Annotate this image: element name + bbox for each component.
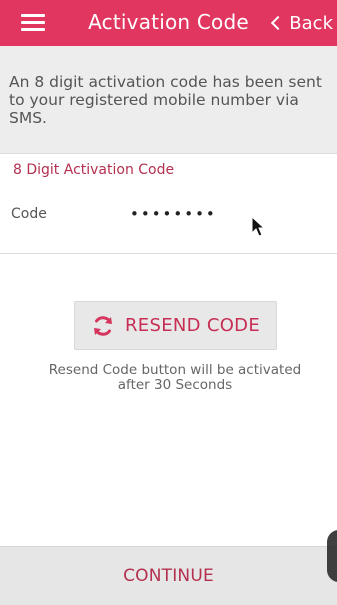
app-header: Activation Code Back (0, 0, 337, 46)
continue-label: CONTINUE (123, 566, 214, 586)
continue-button[interactable]: CONTINUE (0, 546, 337, 605)
form-heading: 8 Digit Activation Code (13, 162, 175, 178)
activation-code-screen: Activation Code Back An 8 digit activati… (0, 0, 337, 605)
code-input[interactable] (128, 201, 323, 227)
refresh-icon (94, 315, 112, 336)
mouse-pointer-icon (251, 216, 265, 237)
back-label: Back (289, 12, 333, 34)
chevron-left-icon (271, 15, 286, 31)
info-message: An 8 digit activation code has been sent… (9, 73, 322, 127)
code-label: Code (11, 206, 47, 222)
info-panel: An 8 digit activation code has been sent… (0, 46, 337, 154)
back-button[interactable]: Back (269, 10, 333, 36)
resend-code-button[interactable]: RESEND CODE (74, 301, 277, 350)
overlay-edge-shape (327, 530, 337, 582)
resend-note: Resend Code button will be activated aft… (48, 362, 302, 393)
activation-form: 8 Digit Activation Code Code (0, 154, 337, 254)
resend-code-label: RESEND CODE (125, 315, 260, 336)
